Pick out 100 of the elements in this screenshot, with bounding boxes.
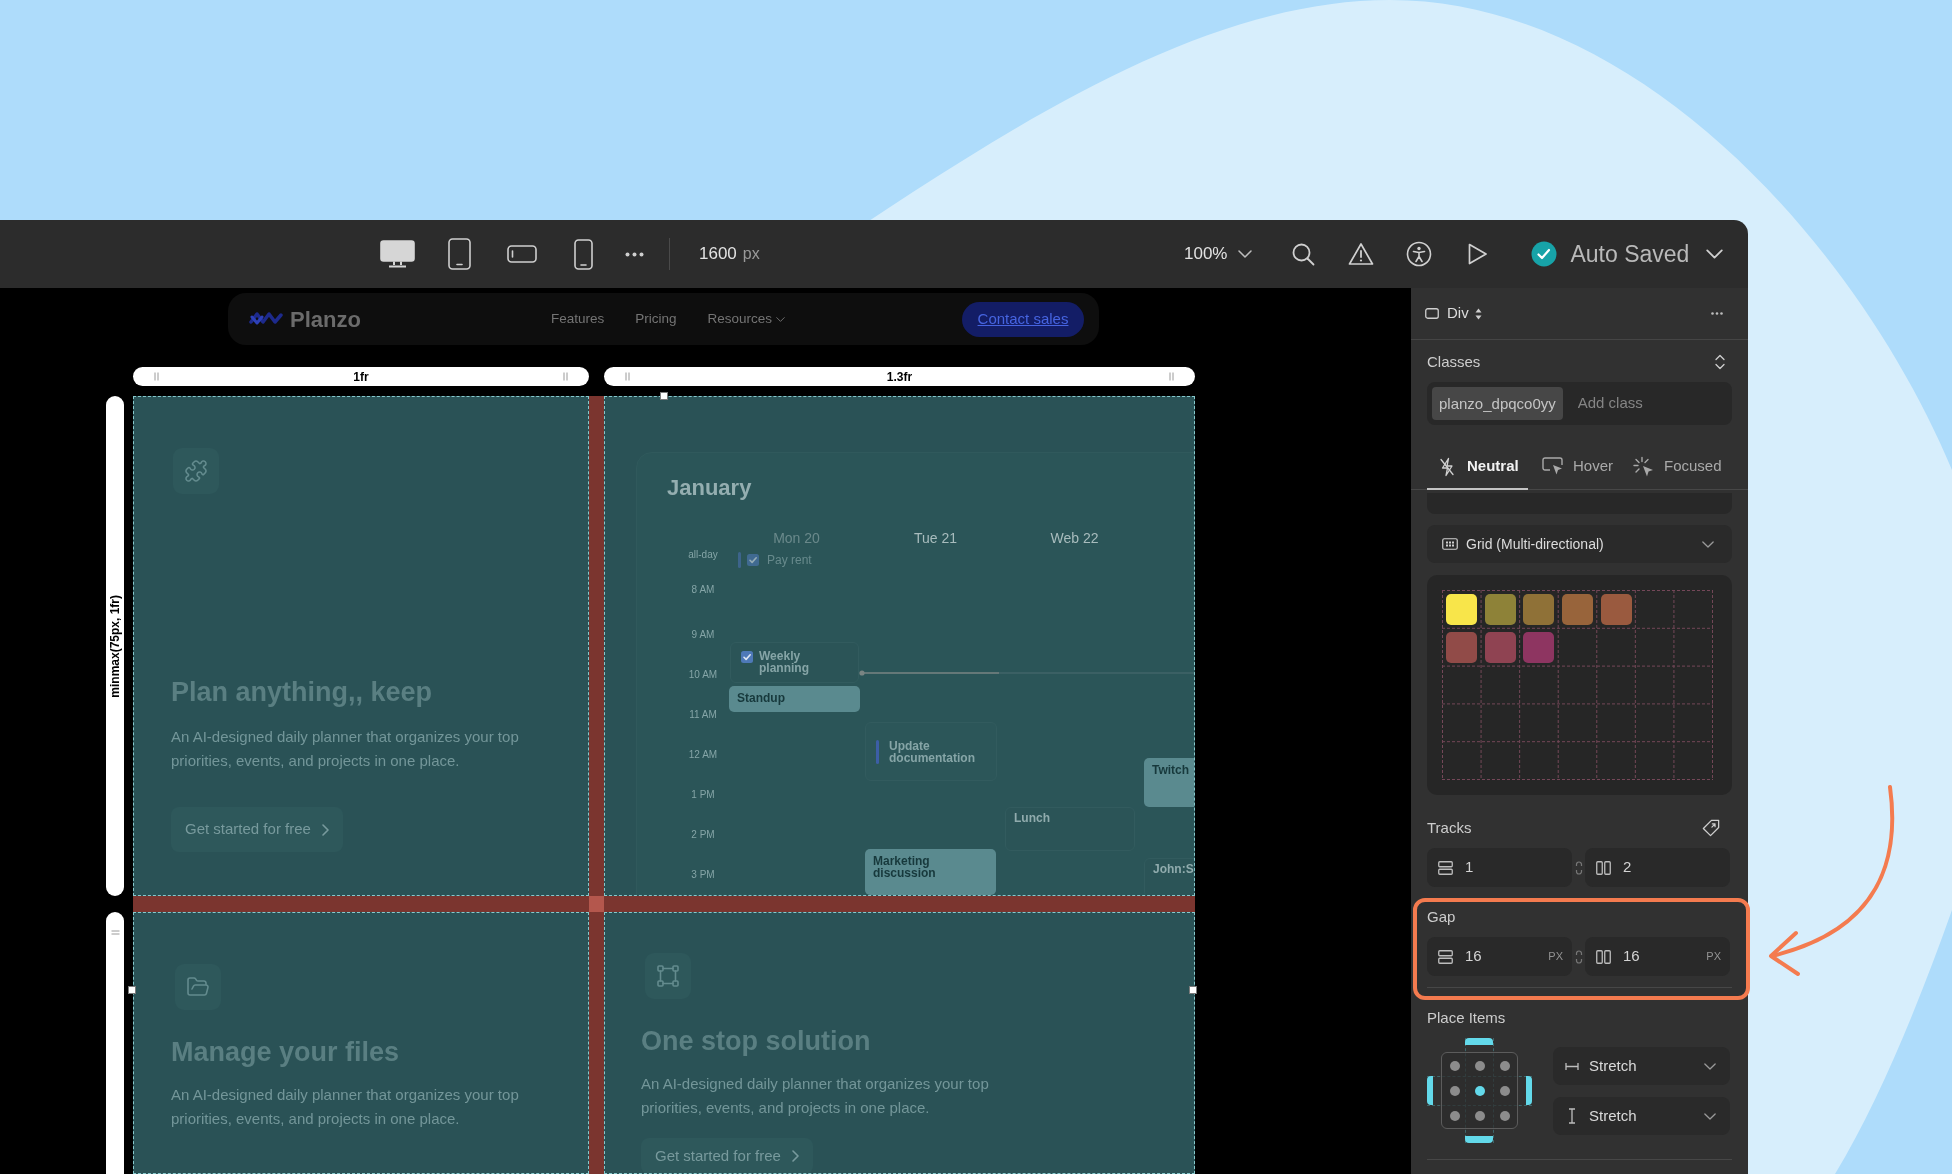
save-status: Auto Saved xyxy=(1570,239,1690,269)
calendar-event[interactable]: Marketing discussion xyxy=(865,849,996,895)
feature-description: An AI-designed daily planner that organizes your top priorities, events, and projects in one place. xyxy=(171,727,520,771)
frame-icon xyxy=(645,953,691,999)
grip-icon xyxy=(625,372,630,381)
chevron-down-icon xyxy=(1238,250,1253,258)
nav-link[interactable]: Resources xyxy=(707,308,786,330)
phone-icon[interactable] xyxy=(574,238,593,270)
link-icon[interactable] xyxy=(1574,860,1583,875)
more-icon[interactable] xyxy=(1711,312,1723,315)
column-track-handle[interactable]: 1fr xyxy=(133,367,589,386)
rows-icon xyxy=(1438,860,1453,875)
state-tab[interactable]: Hover xyxy=(1528,445,1624,490)
element-selector[interactable]: Div xyxy=(1425,302,1482,325)
warning-icon[interactable] xyxy=(1348,242,1375,266)
section-label: Place Items xyxy=(1427,1007,1506,1028)
folder-icon xyxy=(175,964,221,1010)
sort-arrows-icon xyxy=(1474,307,1482,320)
chevron-down-icon xyxy=(1704,1112,1716,1120)
resize-handle[interactable] xyxy=(128,986,136,994)
resize-handle[interactable] xyxy=(1189,986,1197,994)
zoom-dropdown[interactable]: 100% xyxy=(1184,241,1253,267)
calendar-event[interactable]: Standup xyxy=(729,686,860,712)
row-track-handle[interactable] xyxy=(106,912,124,1174)
time-label: 11 AM xyxy=(689,708,717,722)
gap-intersection xyxy=(589,896,604,912)
calendar-event[interactable]: John:S xyxy=(1144,858,1194,895)
time-label: 1 PM xyxy=(691,788,715,802)
time-label: 12 AM xyxy=(688,748,718,762)
calendar-event[interactable]: Weekly planning xyxy=(730,642,859,683)
stretch-indicator xyxy=(1465,1136,1493,1143)
class-field[interactable]: planzo_dpqco0yy Add class xyxy=(1427,382,1732,425)
grip-icon xyxy=(1169,372,1174,381)
align-dropdown[interactable]: Stretch xyxy=(1553,1097,1730,1135)
day-header: Web 22 xyxy=(1050,529,1099,547)
stretch-indicator xyxy=(1465,1038,1493,1045)
stretch-indicator xyxy=(1427,1076,1433,1105)
column-count-field[interactable]: 2 xyxy=(1585,848,1730,887)
calendar-event[interactable]: Update documentation xyxy=(865,722,997,781)
chevron-down-icon xyxy=(1704,1062,1716,1070)
row-gap-field[interactable]: 16 PX xyxy=(1427,937,1572,976)
search-icon[interactable] xyxy=(1291,242,1316,266)
time-label: 10 AM xyxy=(688,668,718,682)
time-label: 8 AM xyxy=(691,583,715,597)
row-track-handle[interactable]: minmax(75px, 1fr) xyxy=(106,396,124,896)
grip-icon xyxy=(154,372,159,381)
vertical-stretch-icon xyxy=(1568,1108,1576,1124)
resize-handle[interactable] xyxy=(660,392,668,400)
bolt-off-icon xyxy=(1440,456,1454,477)
section-label: Classes xyxy=(1427,351,1481,372)
chevron-right-icon xyxy=(790,1150,799,1162)
feature-description: An AI-designed daily planner that organizes your top priorities, events, and projects in one place. xyxy=(641,1074,990,1118)
feature-description: An AI-designed daily planner that organizes your top priorities, events, and projects in one place. xyxy=(171,1085,520,1129)
accessibility-icon[interactable] xyxy=(1406,241,1433,267)
column-track-handle[interactable]: 1.3fr xyxy=(604,367,1195,386)
logo-text: Planzo xyxy=(290,305,361,334)
puzzle-icon xyxy=(173,448,219,494)
chevron-down-icon xyxy=(1702,540,1714,548)
time-label: all-day xyxy=(688,548,718,562)
time-label: 2 PM xyxy=(691,828,715,842)
columns-icon xyxy=(1596,860,1611,875)
row-count-field[interactable]: 1 xyxy=(1427,848,1572,887)
nav-link[interactable]: Pricing xyxy=(635,308,677,330)
state-tab[interactable]: Neutral xyxy=(1427,445,1528,490)
class-tag[interactable]: planzo_dpqco0yy xyxy=(1432,387,1563,420)
add-class-input[interactable]: Add class xyxy=(1577,392,1708,415)
play-icon[interactable] xyxy=(1467,242,1489,266)
checkbox[interactable] xyxy=(747,554,759,566)
box-icon xyxy=(1425,308,1439,319)
desktop-icon[interactable] xyxy=(380,240,415,268)
justify-dropdown[interactable]: Stretch xyxy=(1553,1047,1730,1085)
checkbox[interactable] xyxy=(741,651,753,663)
day-header: Mon 20 xyxy=(773,529,820,547)
rows-icon xyxy=(1438,949,1453,964)
month-title: January xyxy=(667,475,752,501)
day-header: Tue 21 xyxy=(913,529,958,547)
alignment-grid[interactable] xyxy=(1441,1052,1518,1129)
link-icon[interactable] xyxy=(1574,949,1583,964)
section-label: Tracks xyxy=(1427,817,1472,838)
more-icon[interactable] xyxy=(625,251,644,257)
contact-sales-button[interactable]: Contact sales xyxy=(962,301,1084,337)
chevron-down-icon[interactable] xyxy=(1706,249,1724,259)
time-label: 3 PM xyxy=(691,868,715,882)
nav-link[interactable]: Features xyxy=(551,308,605,330)
stretch-indicator xyxy=(1526,1076,1532,1105)
cursor-click-icon xyxy=(1633,455,1655,478)
landscape-tablet-icon[interactable] xyxy=(507,245,537,263)
grip-icon xyxy=(110,930,120,935)
columns-icon xyxy=(1596,949,1611,964)
calendar-event[interactable]: Twitch xyxy=(1144,758,1194,807)
tag-icon[interactable] xyxy=(1702,819,1720,837)
state-tab[interactable]: Focused xyxy=(1624,445,1732,490)
canvas-width-field[interactable]: 1600 xyxy=(699,241,737,267)
tablet-icon[interactable] xyxy=(448,238,471,270)
horizontal-stretch-icon xyxy=(1565,1061,1579,1071)
expand-collapse-icon[interactable] xyxy=(1715,354,1725,370)
display-dropdown[interactable]: Grid (Multi-directional) xyxy=(1427,525,1732,563)
column-gap-field[interactable]: 16 PX xyxy=(1585,937,1730,976)
section-label: Gap xyxy=(1427,906,1456,927)
calendar-event[interactable]: Lunch xyxy=(1005,807,1135,851)
